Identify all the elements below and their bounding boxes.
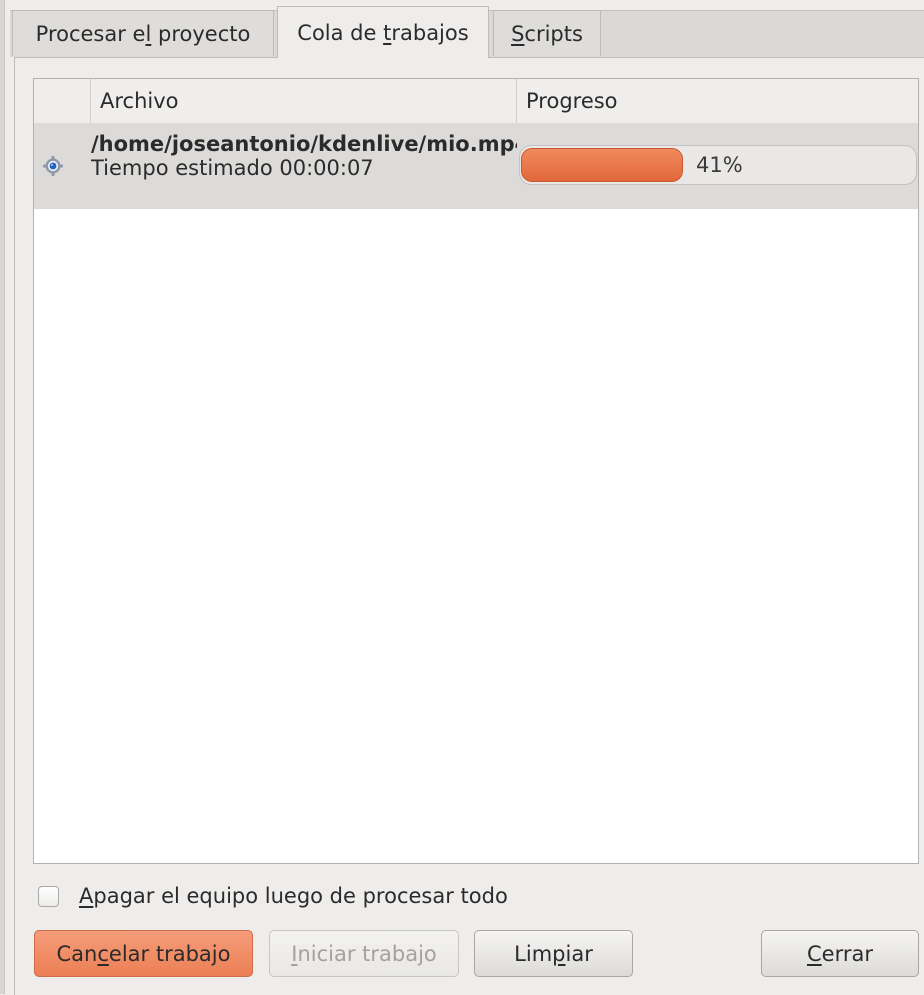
job-row[interactable]: /home/joseantonio/kdenlive/mio.mp4 Tiemp…	[34, 123, 918, 209]
job-estimated-time: Tiempo estimado 00:00:07	[91, 156, 374, 180]
progress-fill	[521, 148, 683, 182]
shutdown-checkbox-row[interactable]: Apagar el equipo luego de procesar todo	[38, 880, 508, 912]
shutdown-checkbox[interactable]	[38, 885, 59, 907]
tab-label: Cola de trabajos	[297, 20, 469, 45]
job-queue-list[interactable]: Archivo Progreso /home/joseantonio/kdenl…	[33, 78, 919, 864]
start-job-button: Iniciar trabajo	[269, 930, 459, 977]
clear-button[interactable]: Limpiar	[474, 930, 633, 977]
tab-label: Scripts	[511, 21, 583, 46]
window-left-edge	[0, 0, 5, 994]
gear-icon	[43, 156, 63, 176]
tab-cola-de-trabajos[interactable]: Cola de trabajos	[277, 6, 489, 58]
column-header-progreso[interactable]: Progreso	[517, 79, 918, 123]
job-file-path: /home/joseantonio/kdenlive/mio.mp4	[91, 132, 517, 156]
shutdown-checkbox-label: Apagar el equipo luego de procesar todo	[79, 884, 508, 908]
column-header-icon[interactable]	[34, 79, 91, 123]
close-button[interactable]: Cerrar	[761, 930, 919, 977]
list-header: Archivo Progreso	[34, 79, 918, 124]
tab-procesar-proyecto[interactable]: Procesar el proyecto	[12, 10, 274, 56]
progress-text: 41%	[696, 153, 743, 177]
column-header-archivo[interactable]: Archivo	[91, 79, 517, 123]
cancel-job-button[interactable]: Cancelar trabajo	[34, 930, 253, 977]
job-progress-bar: 41%	[519, 145, 917, 185]
tab-scripts[interactable]: Scripts	[493, 10, 601, 56]
tab-bar: Procesar el proyecto Cola de trabajos Sc…	[4, 0, 924, 58]
tab-label: Procesar el proyecto	[35, 21, 251, 46]
